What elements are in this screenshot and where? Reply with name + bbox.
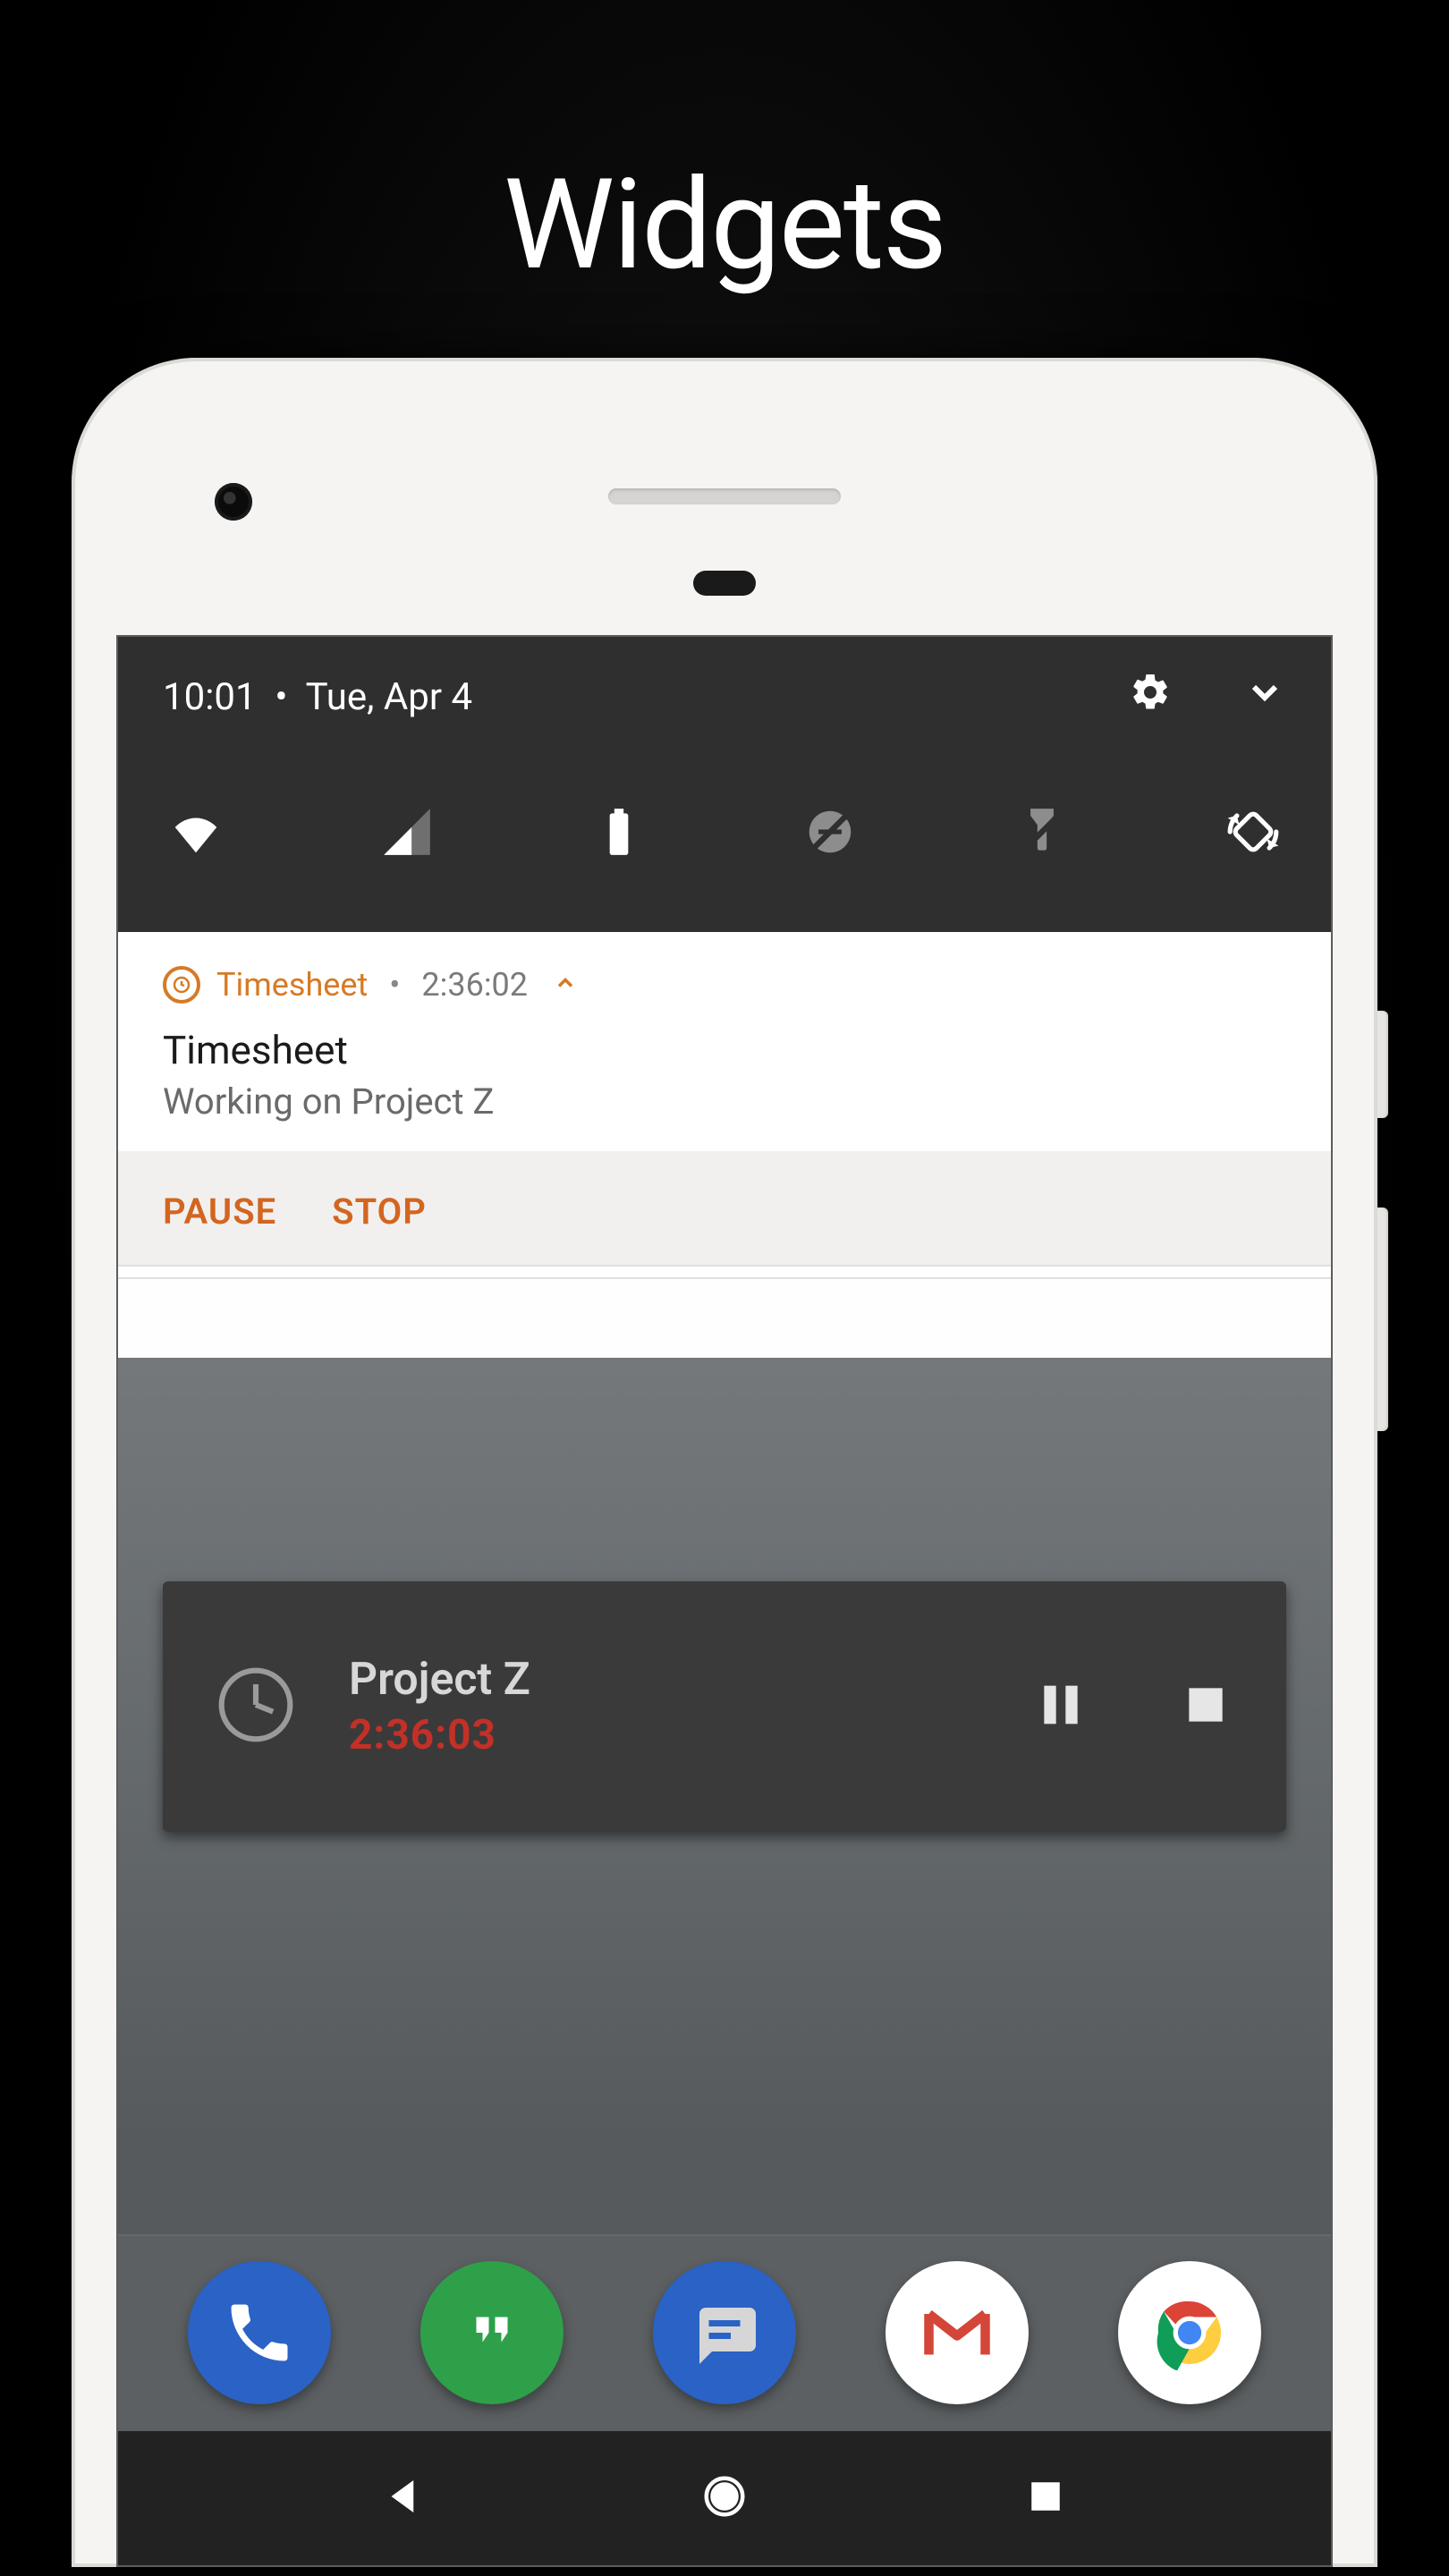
nav-recents-button[interactable] — [1021, 2472, 1070, 2524]
widget-project-name: Project Z — [349, 1654, 945, 1706]
hangouts-app-icon[interactable] — [420, 2261, 564, 2404]
cellular-icon[interactable] — [379, 804, 435, 863]
speaker-slot — [608, 488, 841, 504]
chrome-app-icon[interactable] — [1118, 2261, 1261, 2404]
battery-icon[interactable] — [591, 804, 647, 863]
timesheet-widget[interactable]: Project Z 2:36:03 — [163, 1581, 1286, 1832]
dock — [118, 2234, 1331, 2431]
notification-title: Timesheet — [163, 1027, 1286, 1073]
sensor-pill — [693, 571, 756, 596]
statusbar-clock: 10:01 • Tue, Apr 4 — [163, 675, 472, 719]
messages-app-icon[interactable] — [653, 2261, 796, 2404]
stop-button[interactable]: STOP — [332, 1191, 427, 1233]
chevron-up-icon[interactable] — [553, 966, 578, 1004]
dnd-icon[interactable] — [802, 804, 858, 863]
clock-icon — [215, 1664, 297, 1750]
nav-back-button[interactable] — [379, 2472, 428, 2524]
notification-subtitle: Working on Project Z — [163, 1080, 1286, 1123]
notification-header[interactable]: Timesheet • 2:36:02 — [163, 966, 1286, 1004]
widget-timer: 2:36:03 — [349, 1711, 945, 1759]
pause-button[interactable]: PAUSE — [163, 1191, 276, 1233]
notification-app-name: Timesheet — [216, 966, 368, 1004]
widget-pause-button[interactable] — [1032, 1676, 1089, 1737]
notification-actions: PAUSE STOP — [118, 1151, 1331, 1265]
phone-side-button-volume — [1377, 1208, 1388, 1431]
phone-screen: 10:01 • Tue, Apr 4 — [116, 635, 1333, 2567]
gmail-app-icon[interactable] — [886, 2261, 1029, 2404]
flashlight-icon[interactable] — [1014, 804, 1070, 863]
front-camera — [215, 483, 252, 521]
nav-home-button[interactable] — [700, 2472, 749, 2524]
phone-side-button-power — [1377, 1011, 1388, 1118]
statusbar-date: Tue, Apr 4 — [306, 675, 472, 719]
widget-texts: Project Z 2:36:03 — [349, 1654, 945, 1759]
navigation-bar — [118, 2431, 1331, 2565]
notification-shade-header[interactable]: 10:01 • Tue, Apr 4 — [118, 637, 1331, 932]
auto-rotate-icon[interactable] — [1225, 804, 1281, 863]
page-title: Widgets — [0, 152, 1449, 299]
wifi-icon[interactable] — [168, 804, 224, 863]
phone-frame: 10:01 • Tue, Apr 4 — [72, 358, 1377, 2567]
quick-settings-row — [163, 804, 1286, 863]
gear-icon[interactable] — [1129, 671, 1172, 724]
statusbar-time: 10:01 — [163, 675, 257, 719]
timesheet-app-icon — [163, 966, 200, 1004]
phone-app-icon[interactable] — [188, 2261, 331, 2404]
shade-handle[interactable] — [118, 1265, 1331, 1279]
notification-elapsed: 2:36:02 — [421, 966, 528, 1004]
chevron-down-icon[interactable] — [1243, 671, 1286, 724]
notification-card[interactable]: Timesheet • 2:36:02 Timesheet Working on… — [118, 932, 1331, 1151]
widget-stop-button[interactable] — [1177, 1676, 1234, 1737]
phone-bezel-top — [116, 411, 1333, 635]
